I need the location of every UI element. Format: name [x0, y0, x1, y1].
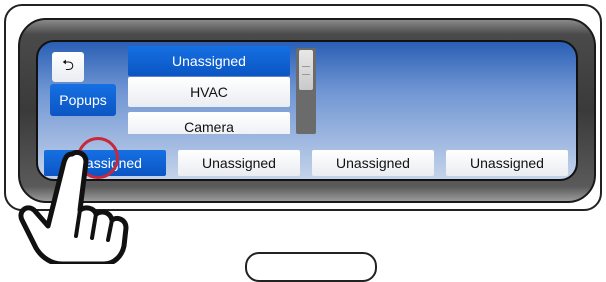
scroll-thumb[interactable]: [299, 50, 313, 90]
tab-2[interactable]: Unassigned: [178, 150, 300, 176]
list-item-unassigned[interactable]: Unassigned: [128, 46, 290, 76]
back-arrow-icon: ⮌: [61, 56, 74, 74]
tab-4[interactable]: Unassigned: [446, 150, 568, 176]
back-button[interactable]: ⮌: [52, 52, 84, 82]
list-item-camera[interactable]: Camera: [128, 112, 290, 134]
list-item-hvac[interactable]: HVAC: [128, 77, 290, 107]
bottom-panel-outline: [245, 252, 377, 282]
tab-3[interactable]: Unassigned: [312, 150, 434, 176]
source-list: Unassigned HVAC Camera: [128, 46, 290, 134]
popups-button[interactable]: Popups: [50, 84, 116, 116]
pointing-hand-icon: [18, 150, 129, 264]
list-scrollbar[interactable]: [296, 48, 316, 134]
